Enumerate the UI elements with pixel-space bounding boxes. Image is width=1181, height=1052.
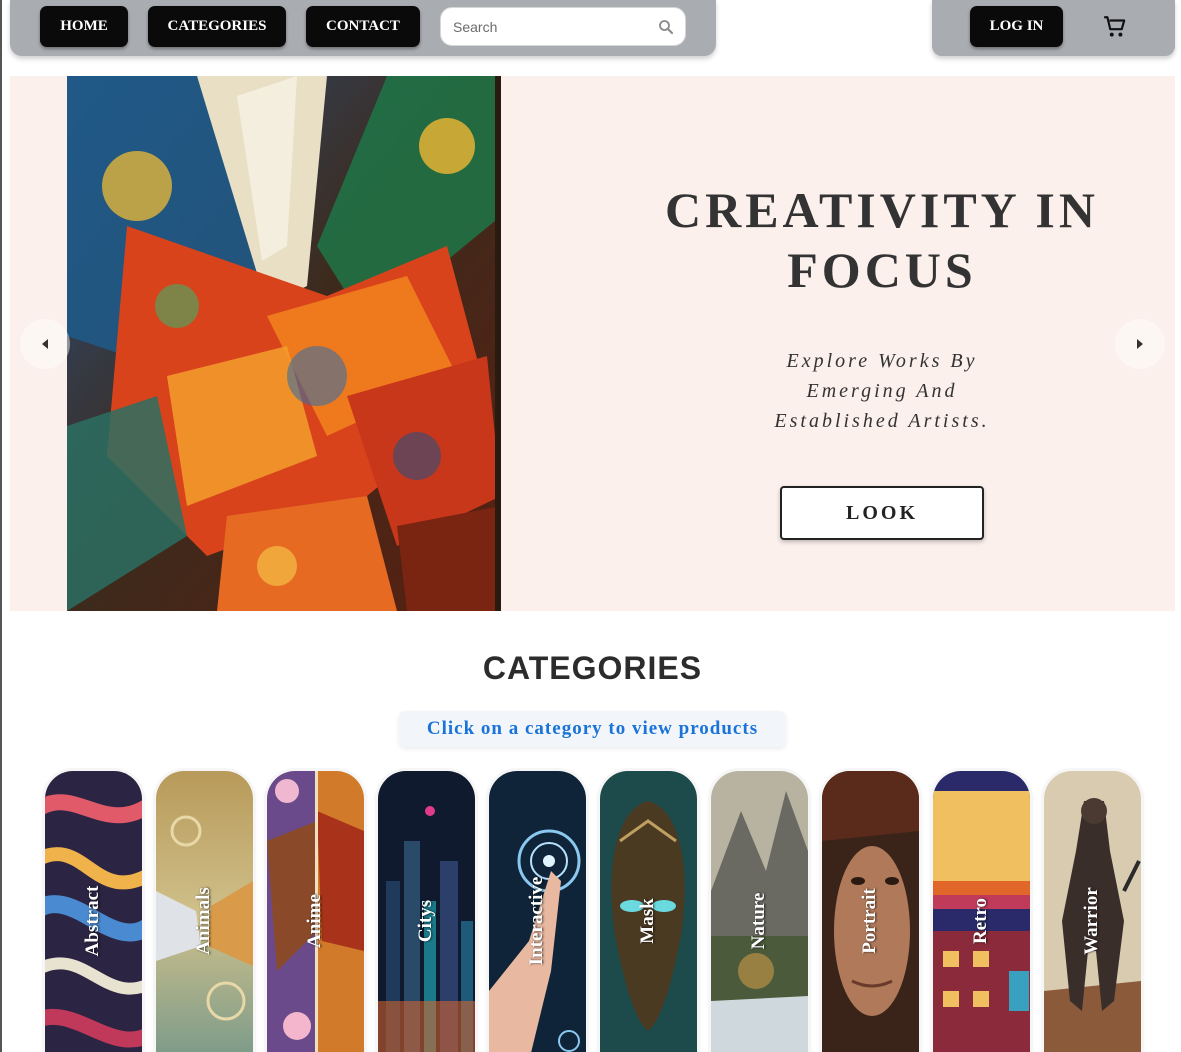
- category-label: Mask: [637, 898, 658, 944]
- category-card-abstract[interactable]: Abstract: [45, 771, 142, 1052]
- chevron-right-icon: [1137, 339, 1143, 349]
- chevron-left-icon: [42, 339, 48, 349]
- category-label: Anime: [304, 894, 325, 948]
- category-card-citys[interactable]: Citys: [378, 771, 475, 1052]
- account-nav: LOG IN: [932, 0, 1175, 56]
- category-label: Retro: [970, 897, 991, 945]
- category-label: Interactive: [526, 876, 547, 966]
- look-button[interactable]: LOOK: [780, 486, 984, 540]
- search-input[interactable]: [453, 18, 657, 35]
- category-label: Citys: [415, 899, 436, 943]
- category-label: Nature: [748, 892, 769, 950]
- contact-button[interactable]: CONTACT: [306, 6, 420, 47]
- category-label: Portrait: [859, 888, 880, 954]
- carousel-prev-button[interactable]: [20, 319, 70, 369]
- carousel-next-button[interactable]: [1115, 319, 1165, 369]
- main-nav: HOME CATEGORIES CONTACT: [10, 0, 716, 56]
- categories-button[interactable]: CATEGORIES: [148, 6, 286, 47]
- hero-subtitle: Explore Works By Emerging And Establishe…: [774, 350, 990, 432]
- category-card-nature[interactable]: Nature: [711, 771, 808, 1052]
- category-card-portrait[interactable]: Portrait: [822, 771, 919, 1052]
- categories-heading: CATEGORIES: [482, 650, 703, 686]
- page-left-border: [0, 0, 2, 1052]
- category-card-interactive[interactable]: Interactive: [489, 771, 586, 1052]
- category-card-mask[interactable]: Mask: [600, 771, 697, 1052]
- hero-artwork-image: [67, 76, 501, 611]
- hero-title: CREATIVITY IN FOCUS: [664, 182, 1099, 298]
- cart-icon[interactable]: [1102, 14, 1128, 40]
- category-label: Warrior: [1081, 887, 1102, 955]
- categories-hint: Click on a category to view products: [399, 711, 786, 747]
- category-card-warrior[interactable]: Warrior: [1044, 771, 1141, 1052]
- category-label: Abstract: [82, 885, 103, 957]
- category-label: Animals: [193, 887, 214, 955]
- hero-carousel: CREATIVITY IN FOCUS Explore Works By Eme…: [10, 76, 1175, 611]
- login-button[interactable]: LOG IN: [970, 6, 1063, 47]
- search-icon[interactable]: [657, 18, 675, 36]
- category-card-animals[interactable]: Animals: [156, 771, 253, 1052]
- category-card-anime[interactable]: Anime: [267, 771, 364, 1052]
- search-bar: [440, 7, 686, 46]
- home-button[interactable]: HOME: [40, 6, 128, 47]
- category-card-retro[interactable]: Retro: [933, 771, 1030, 1052]
